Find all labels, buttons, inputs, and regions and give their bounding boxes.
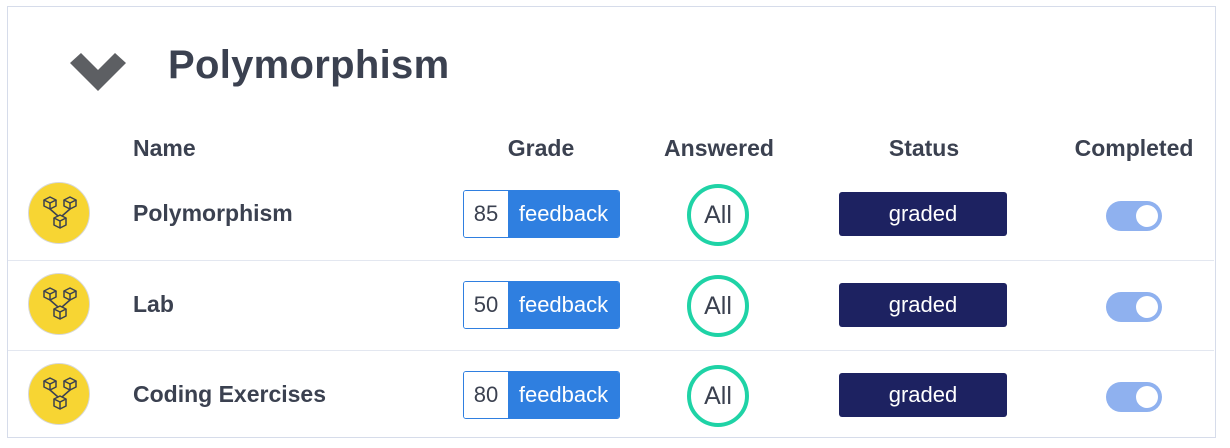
toggle-knob	[1136, 296, 1158, 318]
feedback-button[interactable]: feedback	[508, 191, 619, 237]
row-name[interactable]: Coding Exercises	[133, 381, 326, 408]
grade-box: 50 feedback	[463, 281, 620, 329]
module-boxes-icon	[43, 377, 77, 410]
table-row: Polymorphism 85 feedback All graded	[8, 170, 1214, 260]
answered-badge: All	[687, 275, 749, 337]
column-header-answered: Answered	[664, 135, 774, 161]
section-panel: Polymorphism Name Grade Answered Status …	[7, 6, 1216, 438]
avatar	[28, 363, 90, 425]
answered-badge: All	[687, 365, 749, 427]
toggle-knob	[1136, 386, 1158, 408]
avatar	[28, 273, 90, 335]
row-name[interactable]: Lab	[133, 291, 174, 318]
grade-value: 80	[464, 372, 508, 418]
module-boxes-icon	[43, 196, 77, 229]
table-row: Coding Exercises 80 feedback All graded	[8, 350, 1214, 441]
completed-toggle[interactable]	[1106, 382, 1162, 412]
feedback-button[interactable]: feedback	[508, 372, 619, 418]
toggle-knob	[1136, 205, 1158, 227]
avatar	[28, 182, 90, 244]
column-header-completed: Completed	[1074, 135, 1194, 161]
row-name[interactable]: Polymorphism	[133, 200, 293, 227]
column-header-status: Status	[888, 135, 960, 161]
answered-badge: All	[687, 184, 749, 246]
column-header-name: Name	[133, 135, 196, 161]
grade-box: 85 feedback	[463, 190, 620, 238]
column-header-grade: Grade	[507, 135, 575, 161]
grade-value: 85	[464, 191, 508, 237]
grade-value: 50	[464, 282, 508, 328]
status-badge: graded	[839, 283, 1007, 327]
grade-box: 80 feedback	[463, 371, 620, 419]
chevron-down-icon[interactable]	[70, 53, 126, 99]
module-boxes-icon	[43, 287, 77, 320]
status-badge: graded	[839, 373, 1007, 417]
completed-toggle[interactable]	[1106, 201, 1162, 231]
feedback-button[interactable]: feedback	[508, 282, 619, 328]
status-badge: graded	[839, 192, 1007, 236]
section-title: Polymorphism	[168, 43, 450, 87]
table-row: Lab 50 feedback All graded	[8, 260, 1214, 351]
completed-toggle[interactable]	[1106, 292, 1162, 322]
